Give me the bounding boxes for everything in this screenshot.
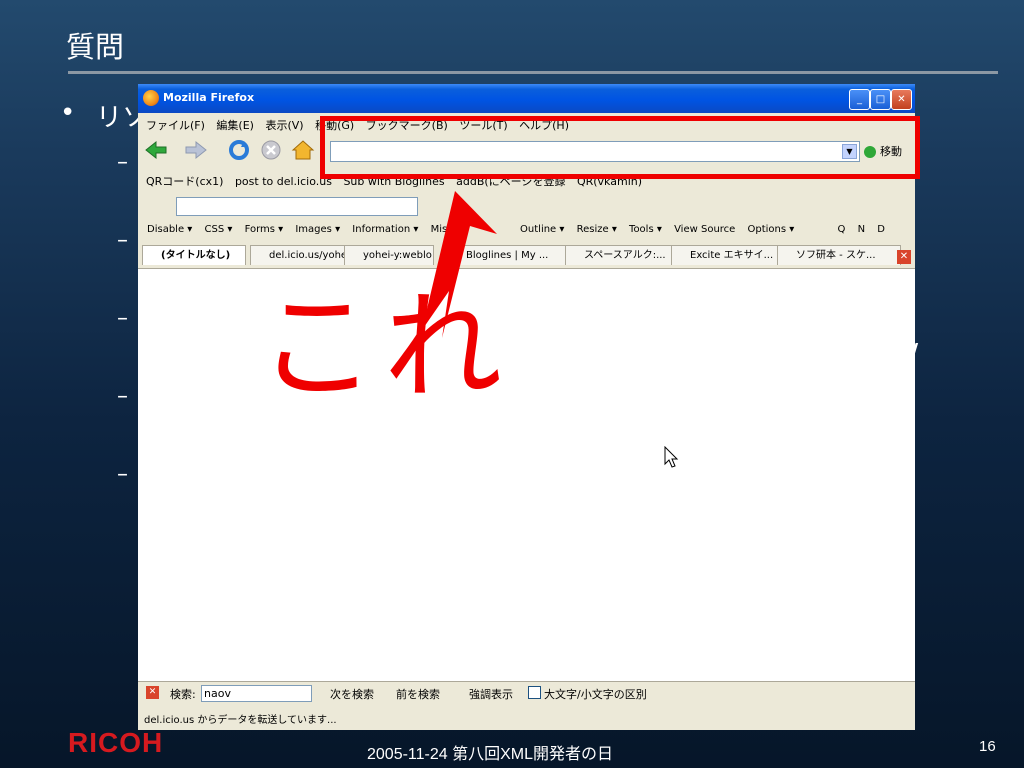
- title-divider: [68, 71, 998, 74]
- close-tab-icon[interactable]: ✕: [897, 250, 911, 264]
- dev-images-menu[interactable]: Images ▾: [295, 224, 340, 235]
- dev-d-button[interactable]: D: [877, 224, 885, 235]
- web-developer-toolbar: Disable ▾ CSS ▾ Forms ▾ Images ▾ Informa…: [138, 219, 915, 241]
- close-find-icon[interactable]: ✕: [146, 686, 159, 699]
- dev-q-button[interactable]: Q: [838, 224, 846, 235]
- page-number: 16: [979, 738, 996, 755]
- bookmark-item[interactable]: post to del.icio.us: [235, 175, 332, 188]
- menu-edit[interactable]: 編集(E): [216, 117, 254, 133]
- tab-untitled[interactable]: (タイトルなし): [142, 245, 246, 265]
- dev-view-source[interactable]: View Source: [674, 224, 735, 235]
- address-bar-highlight: [320, 116, 920, 179]
- firefox-logo-icon: [143, 90, 159, 106]
- firefox-window: Mozilla Firefox _ □ ✕ ファイル(F) 編集(E) 表示(V…: [138, 84, 915, 730]
- find-label: 検索:: [170, 688, 196, 701]
- status-text: del.icio.us からデータを転送しています...: [144, 715, 337, 726]
- forward-icon[interactable]: [182, 139, 208, 161]
- match-case-checkbox[interactable]: [528, 686, 541, 699]
- dev-outline-menu[interactable]: Outline ▾: [520, 224, 564, 235]
- tab-yohei-weblog[interactable]: yohei-y:weblo: [344, 245, 434, 265]
- footer-text: 2005-11-24 第八回XML開発者の日: [367, 746, 614, 763]
- window-titlebar[interactable]: Mozilla Firefox _ □ ✕: [138, 84, 915, 113]
- menu-file[interactable]: ファイル(F): [146, 117, 205, 133]
- tab-bloglines[interactable]: Bloglines | My ...: [447, 245, 583, 265]
- home-icon[interactable]: [290, 139, 316, 161]
- sub-bullet-dash: –: [117, 228, 128, 253]
- sub-bullet-dash: –: [117, 384, 128, 409]
- sub-bullet-dash: –: [117, 306, 128, 331]
- dev-information-menu[interactable]: Information ▾: [352, 224, 418, 235]
- slide-title: 質問: [66, 30, 125, 64]
- stop-icon[interactable]: [258, 139, 284, 161]
- sub-bullet-dash: –: [117, 462, 128, 487]
- dev-options-menu[interactable]: Options ▾: [748, 224, 795, 235]
- find-next-button[interactable]: 次を検索: [330, 686, 374, 702]
- annotation-text: これ: [258, 278, 511, 416]
- dev-misc-menu[interactable]: Misce: [431, 224, 459, 235]
- tab-bar: (タイトルなし) del.icio.us/yohei yohei-y:weblo…: [138, 242, 915, 268]
- maximize-button[interactable]: □: [870, 89, 891, 110]
- dev-css-menu[interactable]: CSS ▾: [204, 224, 232, 235]
- google-search-input[interactable]: [176, 197, 418, 216]
- mouse-cursor-icon: [664, 446, 679, 468]
- dev-tools-menu[interactable]: Tools ▾: [629, 224, 662, 235]
- dev-forms-menu[interactable]: Forms ▾: [245, 224, 284, 235]
- minimize-button[interactable]: _: [849, 89, 870, 110]
- close-button[interactable]: ✕: [891, 89, 912, 110]
- window-title: Mozilla Firefox: [163, 91, 255, 104]
- bookmark-item[interactable]: QRコード(cx1): [146, 173, 223, 189]
- company-logo: RICOH: [68, 727, 164, 758]
- match-case-label: 大文字/小文字の区別: [544, 688, 647, 701]
- menu-view[interactable]: 表示(V): [265, 117, 303, 133]
- reload-icon[interactable]: [226, 139, 252, 161]
- page-content-area[interactable]: [138, 268, 915, 682]
- bullet-point-icon: •: [60, 98, 76, 128]
- status-bar: del.icio.us からデータを転送しています...: [138, 706, 915, 730]
- tab-sofken[interactable]: ソフ研本 - スケ...: [777, 245, 901, 265]
- find-previous-button[interactable]: 前を検索: [396, 686, 440, 702]
- find-input[interactable]: naov: [201, 685, 312, 702]
- dev-n-button[interactable]: N: [858, 224, 865, 235]
- sub-bullet-dash: –: [117, 150, 128, 175]
- dev-resize-menu[interactable]: Resize ▾: [577, 224, 617, 235]
- highlight-button[interactable]: 強調表示: [469, 686, 513, 702]
- dev-disable-menu[interactable]: Disable ▾: [147, 224, 192, 235]
- back-icon[interactable]: [144, 139, 170, 161]
